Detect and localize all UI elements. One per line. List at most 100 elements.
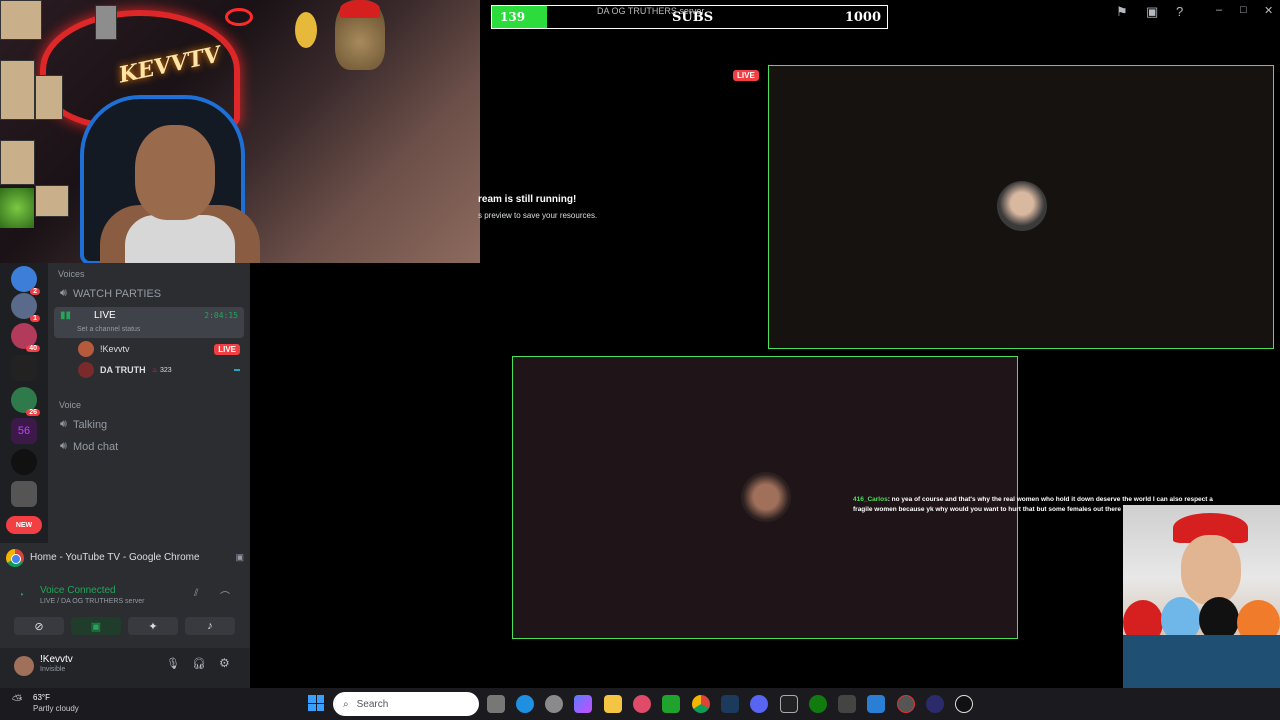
start-button[interactable] [308,695,324,711]
camera-off-icon: ⊘ [34,620,44,633]
channel-label: WATCH PARTIES [72,287,162,300]
speaker-icon: 🔊︎ [60,440,67,452]
activity-title: Home - YouTube TV - Google Chrome [30,552,200,563]
music-icon[interactable] [633,695,651,713]
peanut-figure [295,12,317,48]
streamer-shirt [125,215,235,263]
app-icon[interactable] [867,695,885,713]
live-badge: LIVE [214,343,240,355]
voice-status[interactable]: Voice Connected [40,585,116,596]
username[interactable]: !Kevvtv [40,654,73,665]
grinch-sticker [0,188,34,228]
app-icon[interactable] [838,695,856,713]
participant-tile[interactable] [768,65,1274,349]
participant-avatar [997,181,1047,231]
server-tag: DA OG TRUTHERS server [597,6,705,16]
weather-icon[interactable]: ⛅︎ [12,692,22,708]
member-row[interactable]: !Kevvtv LIVE [78,341,240,357]
maximize-icon[interactable]: □ [1240,4,1247,16]
search-icon: ⌕ [343,698,349,710]
screen-share-button[interactable]: ▣ [71,617,121,635]
disconnect-icon[interactable]: ⌒ [220,588,230,603]
taskbar-search[interactable]: ⌕ Search [333,692,479,716]
wall-photo [95,5,117,40]
obs-icon[interactable] [897,695,915,713]
streaming-icon [234,369,240,371]
jerseys [1123,635,1280,688]
new-servers-pill[interactable]: NEW [6,516,42,534]
channel-status[interactable]: Set a channel status [77,326,140,333]
user-status: Invisible [40,666,66,673]
app-icon[interactable] [662,695,680,713]
steam-icon[interactable] [721,695,739,713]
signal-icon[interactable]: ◔ [18,590,24,601]
screen-share-icon: ▣ [90,620,102,633]
voice-location[interactable]: LIVE / DA OG TRUTHERS server [40,598,145,605]
media-player-icon[interactable] [926,695,944,713]
search-placeholder: Search [356,698,389,710]
headphones-icon[interactable]: 🎧︎ [192,657,206,670]
server-icon[interactable]: 56 [11,418,37,444]
wall-photo [0,60,35,120]
speaker-icon: 🔊︎ [60,418,67,430]
app-icon[interactable] [780,695,798,713]
discord-icon[interactable] [750,695,768,713]
settings-gear-icon[interactable]: ⚙ [219,656,230,670]
noise-suppression-icon[interactable]: ⫽ [194,588,198,599]
streamer-face [135,125,215,220]
server-icon[interactable]: 40 [11,323,40,352]
wall-photo [0,0,42,40]
server-list: 2 1 40 26 56 [0,263,48,543]
activities-button[interactable]: ✦ [128,617,178,635]
soundboard-button[interactable]: ♪ [185,617,235,635]
server-icon[interactable] [11,355,37,381]
flag-icon[interactable]: ⚑ [1116,4,1128,20]
xbox-icon[interactable] [809,695,827,713]
server-icon[interactable]: 26 [11,387,40,416]
server-icon[interactable] [11,449,37,475]
channel-timer: 2:04:15 [204,311,238,320]
settings-icon[interactable] [545,695,563,713]
file-explorer-icon[interactable] [604,695,622,713]
santa-family-photo [1123,505,1280,688]
copilot-icon[interactable] [574,695,592,713]
wall-photo [0,140,35,185]
channel-label: LIVE [94,310,116,321]
camera-button[interactable]: ⊘ [14,617,64,635]
stream-live-badge: LIVE [733,70,759,81]
member-row[interactable]: DA TRUTH ♨ 323 [78,362,240,378]
person-face [1181,535,1241,605]
soundboard-icon: ♪ [207,620,213,632]
fire-icon: ♨ [151,367,158,374]
channel-watch-parties[interactable]: 🔊︎ WATCH PARTIES [60,287,161,300]
category-voices[interactable]: Voices [58,269,85,279]
member-name: DA TRUTH [100,365,146,375]
unreal-icon[interactable] [955,695,973,713]
avatar[interactable] [14,656,34,676]
santa-hat [340,0,380,18]
minimize-icon[interactable]: – [1216,4,1222,16]
channel-mod-chat[interactable]: 🔊︎ Mod chat [60,440,118,453]
edge-icon[interactable] [516,695,534,713]
channel-talking[interactable]: 🔊︎ Talking [60,418,107,431]
server-icon[interactable]: 2 [11,266,40,295]
help-icon[interactable]: ? [1176,4,1183,19]
server-icon[interactable]: 1 [11,293,40,322]
channel-live[interactable]: ▮▮ LIVE 2:04:15 Set a channel status [54,307,244,338]
chrome-icon[interactable] [692,695,710,713]
microphone-icon[interactable]: 🎙︎ [166,657,180,670]
category-voice[interactable]: Voice [59,400,81,410]
stream-notice-subtitle: s preview to save your resources. [478,211,598,220]
server-icon[interactable] [11,481,37,507]
close-icon[interactable]: ✕ [1264,4,1273,17]
weather-desc[interactable]: Partly cloudy [33,704,79,713]
activity-card[interactable]: Home - YouTube TV - Google Chrome ▣ [6,545,244,570]
inbox-icon[interactable]: ▣ [1146,4,1158,20]
stream-notice-title: ream is still running! [478,194,577,205]
user-panel: !Kevvtv Invisible 🎙︎ 🎧︎ ⚙ [0,648,250,688]
screen-share-icon[interactable]: ▣ [235,552,244,563]
weather-temp[interactable]: 63°F [33,693,50,702]
task-view-icon[interactable] [487,695,505,713]
subs-goal: 1000 [844,10,881,25]
voice-active-icon: ▮▮ [60,310,72,321]
